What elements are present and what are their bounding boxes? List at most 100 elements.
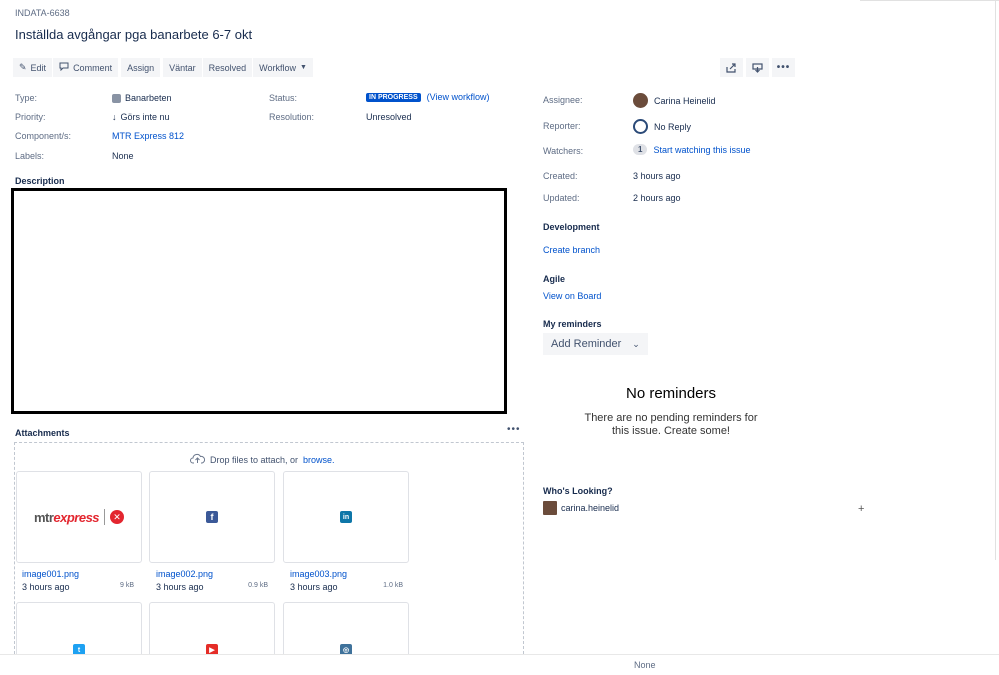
resolution-value: Unresolved	[366, 112, 412, 122]
bottom-bar	[0, 654, 999, 675]
edit-button[interactable]: ✎ Edit	[13, 58, 53, 77]
attachment-time-2: 3 hours ago	[156, 582, 204, 592]
issue-toolbar: ✎ Edit Comment Assign Väntar Resolved Wo…	[13, 58, 313, 77]
attachment-size-1: 9 kB	[119, 582, 134, 589]
arrow-down-icon: ↓	[112, 112, 117, 122]
attachment-name-2[interactable]: image002.png	[156, 569, 213, 579]
attachment-size-3: 1.0 kB	[383, 582, 403, 589]
view-on-board-link[interactable]: View on Board	[543, 291, 601, 301]
share-icon	[726, 62, 736, 73]
whos-looking-title: Who's Looking?	[543, 486, 613, 496]
attachment-name-3[interactable]: image003.png	[290, 569, 347, 579]
facebook-icon: f	[206, 511, 218, 523]
watchers-label: Watchers:	[543, 146, 584, 156]
attachment-time-1: 3 hours ago	[22, 582, 70, 592]
attachment-thumb-5[interactable]: ▶	[149, 602, 275, 662]
description-content[interactable]	[11, 188, 507, 414]
right-panel-border	[860, 0, 999, 2]
banarbeten-type-icon	[112, 93, 121, 103]
attachment-name-1[interactable]: image001.png	[22, 569, 79, 579]
agile-title: Agile	[543, 274, 566, 284]
attachments-title: Attachments	[15, 428, 70, 438]
window-edge	[995, 0, 996, 560]
description-title: Description	[15, 176, 65, 186]
labels-label: Labels:	[15, 151, 45, 161]
component-link[interactable]: MTR Express 812	[112, 131, 184, 141]
resize-handle[interactable]: +	[858, 503, 864, 515]
browse-link[interactable]: browse.	[303, 455, 335, 465]
view-workflow-link[interactable]: (View workflow)	[427, 92, 490, 102]
add-reminder-label: Add Reminder	[551, 338, 622, 350]
type-text: Banarbeten	[125, 93, 172, 103]
issue-title[interactable]: Inställda avgångar pga banarbete 6-7 okt	[15, 27, 252, 42]
no-reminders-title: No reminders	[625, 385, 717, 402]
comment-icon	[59, 62, 69, 73]
viewer-avatar	[543, 501, 557, 515]
assign-label: Assign	[127, 62, 155, 73]
toolbar-right: •••	[720, 58, 795, 77]
edit-label: Edit	[30, 62, 47, 73]
reporter-label: Reporter:	[543, 121, 581, 131]
assignee-name: Carina Heinelid	[654, 95, 716, 106]
assignee-value[interactable]: Carina Heinelid	[633, 93, 716, 108]
bottom-none-text: None	[634, 660, 656, 670]
updated-label: Updated:	[543, 193, 580, 203]
attachment-thumb-3[interactable]: in	[283, 471, 409, 563]
no-reminders-text: There are no pending reminders for this …	[584, 412, 758, 437]
watchers-value: 1 Start watching this issue	[633, 144, 751, 155]
attachments-more-button[interactable]: •••	[507, 424, 521, 435]
vantar-label: Väntar	[169, 62, 196, 73]
comment-label: Comment	[73, 62, 113, 73]
export-button[interactable]	[746, 58, 769, 77]
priority-label: Priority:	[15, 112, 46, 122]
create-branch-link[interactable]: Create branch	[543, 245, 600, 255]
development-title: Development	[543, 222, 600, 232]
reminders-title: My reminders	[543, 319, 602, 329]
attachment-size-2: 0.9 kB	[248, 582, 268, 589]
add-reminder-button[interactable]: Add Reminder	[543, 333, 630, 355]
assignee-avatar	[633, 93, 648, 108]
watchers-count[interactable]: 1	[633, 144, 648, 155]
issue-key[interactable]: INDATA-6638	[15, 8, 70, 18]
reporter-value[interactable]: No Reply	[633, 119, 691, 134]
resolution-label: Resolution:	[269, 112, 315, 122]
resolved-label: Resolved	[208, 62, 247, 73]
components-label: Component/s:	[15, 131, 72, 141]
workflow-label: Workflow	[259, 62, 296, 73]
vantar-button[interactable]: Väntar	[163, 58, 202, 77]
attachment-time-3: 3 hours ago	[290, 582, 338, 592]
created-value: 3 hours ago	[633, 171, 681, 181]
chevron-down-icon: ▼	[300, 64, 307, 71]
assignee-label: Assignee:	[543, 95, 583, 105]
attachment-thumb-6[interactable]: ◎	[283, 602, 409, 662]
attachment-thumb-4[interactable]: t	[16, 602, 142, 662]
comment-button[interactable]: Comment	[53, 58, 119, 77]
linkedin-icon: in	[340, 511, 352, 523]
type-label: Type:	[15, 93, 38, 103]
more-actions-button[interactable]: •••	[772, 58, 795, 77]
reminder-dropdown-button[interactable]: ⌄	[624, 333, 648, 355]
type-value: Banarbeten	[112, 93, 172, 103]
status-lozenge: IN PROGRESS	[366, 92, 421, 102]
share-button[interactable]	[720, 58, 743, 77]
priority-value: ↓ Görs inte nu	[112, 112, 170, 122]
drop-zone-text: Drop files to attach, or browse.	[190, 453, 335, 466]
labels-value: None	[112, 151, 134, 161]
assign-button[interactable]: Assign	[121, 58, 161, 77]
status-value: IN PROGRESS (View workflow)	[366, 92, 489, 102]
updated-value: 2 hours ago	[633, 193, 681, 203]
more-icon: •••	[776, 62, 791, 73]
pencil-icon: ✎	[19, 62, 27, 72]
workflow-button[interactable]: Workflow ▼	[253, 58, 313, 77]
attachment-thumb-1[interactable]: mtrexpress ✕	[16, 471, 142, 563]
chevron-down-icon: ⌄	[632, 338, 640, 349]
attachment-thumb-2[interactable]: f	[149, 471, 275, 563]
resolved-button[interactable]: Resolved	[202, 58, 253, 77]
viewer-name[interactable]: carina.heinelid	[561, 503, 619, 513]
export-icon	[752, 62, 763, 73]
reporter-avatar	[633, 119, 648, 134]
reporter-name: No Reply	[654, 121, 692, 132]
cloud-upload-icon	[190, 453, 206, 466]
start-watching-link[interactable]: Start watching this issue	[653, 145, 750, 155]
drop-text-label: Drop files to attach, or	[210, 454, 299, 465]
